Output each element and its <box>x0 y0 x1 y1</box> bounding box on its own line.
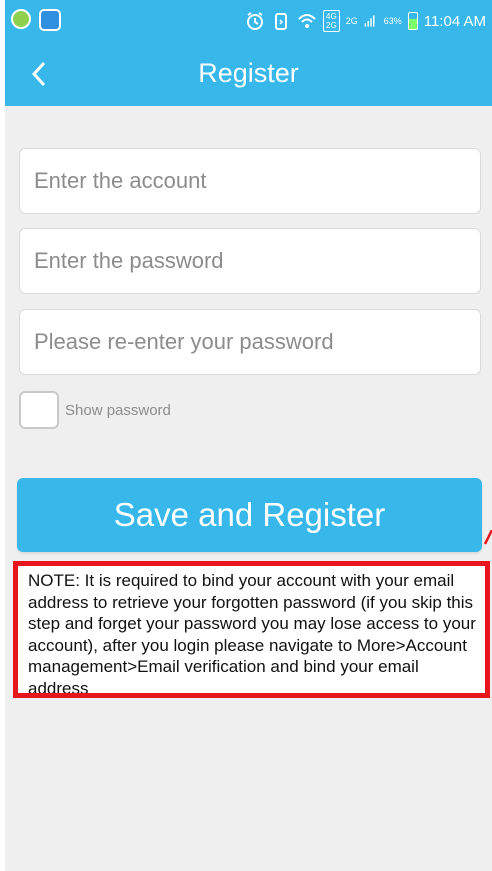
battery-percent: 63% <box>383 16 402 26</box>
cloud-app-notification-icon <box>39 9 61 31</box>
save-and-register-button[interactable]: Save and Register <box>17 478 482 552</box>
title-bar: Register <box>5 42 492 106</box>
network-badge: 4G 2G <box>323 10 340 32</box>
password-input[interactable] <box>19 228 481 294</box>
phone-vibrate-icon <box>275 13 288 30</box>
show-password-row[interactable]: Show password <box>19 391 171 429</box>
alarm-icon <box>247 12 264 30</box>
clock: 11:04 AM <box>423 12 486 30</box>
status-bar: 4G 2G 2G 63% 11:04 AM <box>5 0 492 42</box>
system-indicators: 4G 2G 2G 63% 11:04 AM <box>245 9 486 33</box>
wifi-icon <box>298 14 316 28</box>
app-notification-icon <box>11 9 31 29</box>
battery-icon <box>407 12 418 30</box>
show-password-checkbox[interactable] <box>19 391 59 429</box>
annotation-arrow-icon <box>484 530 492 545</box>
email-binding-note: NOTE: It is required to bind your accoun… <box>13 561 490 698</box>
network-type: 2G <box>345 16 358 26</box>
show-password-label: Show password <box>65 401 171 419</box>
account-input[interactable] <box>19 148 481 214</box>
confirm-password-input[interactable] <box>19 309 481 375</box>
register-screen: 4G 2G 2G 63% 11:04 AM Register Show pass… <box>5 0 492 871</box>
page-title: Register <box>198 58 299 88</box>
signal-icon <box>364 15 375 27</box>
notification-icons <box>11 9 61 31</box>
note-text: NOTE: It is required to bind your accoun… <box>28 571 476 698</box>
